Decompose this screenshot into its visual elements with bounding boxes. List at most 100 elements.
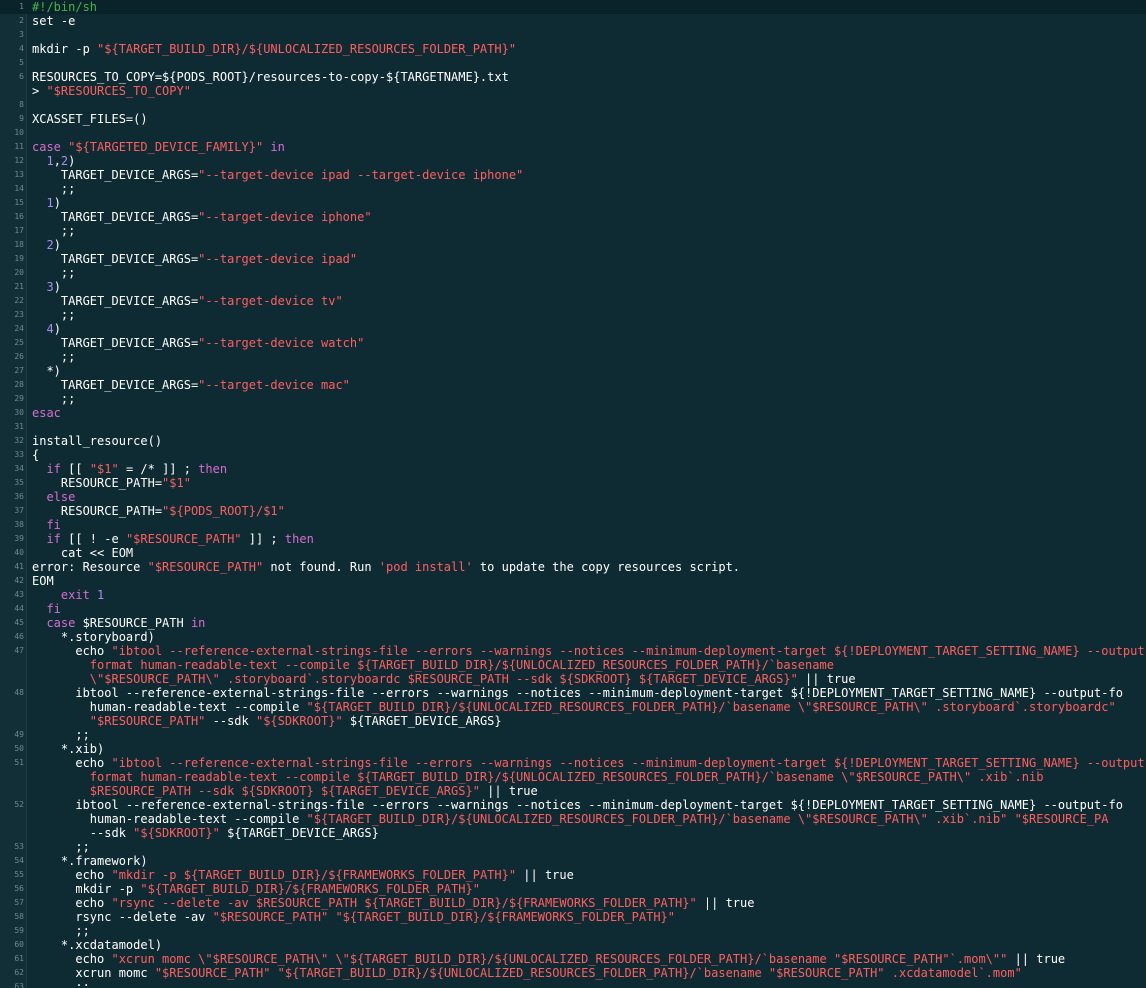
code-line[interactable]: 21 3): [0, 280, 1146, 294]
code-line[interactable]: 35 RESOURCE_PATH="$1": [0, 476, 1146, 490]
code-line[interactable]: 18 2): [0, 238, 1146, 252]
code-line[interactable]: 1 #!/bin/sh: [0, 0, 1146, 14]
code-line[interactable]: 20 ;;: [0, 266, 1146, 280]
code-line[interactable]: 2 set -e: [0, 14, 1146, 28]
code-token: if: [46, 462, 61, 476]
code-line[interactable]: 61 echo "xcrun momc \"$RESOURCE_PATH\" \…: [0, 952, 1146, 966]
code-line[interactable]: > "$RESOURCES_TO_COPY": [0, 84, 1146, 98]
code-line[interactable]: 32 install_resource(): [0, 434, 1146, 448]
code-line[interactable]: 59 ;;: [0, 924, 1146, 938]
line-number: [0, 672, 26, 686]
code-token: esac: [32, 406, 61, 420]
code-line[interactable]: 60 *.xcdatamodel): [0, 938, 1146, 952]
code-line[interactable]: 14 ;;: [0, 182, 1146, 196]
code-line[interactable]: 37 RESOURCE_PATH="${PODS_ROOT}/$1": [0, 504, 1146, 518]
code-line[interactable]: 40 cat << EOM: [0, 546, 1146, 560]
code-line[interactable]: 36 else: [0, 490, 1146, 504]
code-line[interactable]: human-readable-text --compile "${TARGET_…: [0, 700, 1146, 714]
code-line[interactable]: 28 TARGET_DEVICE_ARGS="--target-device m…: [0, 378, 1146, 392]
code-line[interactable]: 34 if [[ "$1" = /* ]] ; then: [0, 462, 1146, 476]
code-token: --sdk: [32, 826, 134, 840]
code-line[interactable]: 8: [0, 98, 1146, 112]
code-text: "$RESOURCE_PATH" --sdk "${SDKROOT}" ${TA…: [26, 714, 1146, 728]
code-line[interactable]: --sdk "${SDKROOT}" ${TARGET_DEVICE_ARGS}: [0, 826, 1146, 840]
line-number: 17: [14, 226, 24, 235]
code-line[interactable]: 30 esac: [0, 406, 1146, 420]
code-line[interactable]: 43 exit 1: [0, 588, 1146, 602]
code-line[interactable]: 27 *): [0, 364, 1146, 378]
code-line[interactable]: 6 RESOURCES_TO_COPY=${PODS_ROOT}/resource…: [0, 70, 1146, 84]
code-line[interactable]: 52 ibtool --reference-external-strings-f…: [0, 798, 1146, 812]
code-line[interactable]: 48 ibtool --reference-external-strings-f…: [0, 686, 1146, 700]
code-line[interactable]: format human-readable-text --compile ${T…: [0, 770, 1146, 784]
code-line[interactable]: 29 ;;: [0, 392, 1146, 406]
code-token: 2: [46, 238, 54, 252]
code-line[interactable]: 56 mkdir -p "${TARGET_BUILD_DIR}/${FRAME…: [0, 882, 1146, 896]
code-line[interactable]: 16 TARGET_DEVICE_ARGS="--target-device i…: [0, 210, 1146, 224]
line-number: 8: [19, 100, 24, 109]
code-line[interactable]: 13 TARGET_DEVICE_ARGS="--target-device i…: [0, 168, 1146, 182]
code-line[interactable]: format human-readable-text --compile ${T…: [0, 658, 1146, 672]
code-line[interactable]: 33 {: [0, 448, 1146, 462]
code-line[interactable]: human-readable-text --compile "${TARGET_…: [0, 812, 1146, 826]
line-number: 60: [14, 940, 24, 949]
code-token: *.framework): [32, 854, 148, 868]
code-line[interactable]: 23 ;;: [0, 308, 1146, 322]
code-token: "mkdir -p ${TARGET_BUILD_DIR}/${FRAMEWOR…: [111, 868, 517, 882]
code-line[interactable]: 49 ;;: [0, 728, 1146, 742]
code-line[interactable]: 5: [0, 56, 1146, 70]
code-editor[interactable]: 1 #!/bin/sh 2 set -e 3 4 mkdir -p "${TARGET_B…: [0, 0, 1146, 988]
code-line[interactable]: 53 ;;: [0, 840, 1146, 854]
code-token: TARGET_DEVICE_ARGS=: [32, 294, 199, 308]
code-text: human-readable-text --compile "${TARGET_…: [26, 700, 1146, 714]
code-line[interactable]: 22 TARGET_DEVICE_ARGS="--target-device t…: [0, 294, 1146, 308]
code-area[interactable]: 1 #!/bin/sh 2 set -e 3 4 mkdir -p "${TARGET_B…: [0, 0, 1146, 988]
code-line[interactable]: 42 EOM: [0, 574, 1146, 588]
code-line[interactable]: 39 if [[ ! -e "$RESOURCE_PATH" ]] ; then: [0, 532, 1146, 546]
code-line[interactable]: 50 *.xib): [0, 742, 1146, 756]
code-line[interactable]: 17 ;;: [0, 224, 1146, 238]
code-line[interactable]: 62 xcrun momc "$RESOURCE_PATH" "${TARGET…: [0, 966, 1146, 980]
code-line[interactable]: 41 error: Resource "$RESOURCE_PATH" not f…: [0, 560, 1146, 574]
code-line[interactable]: 38 fi: [0, 518, 1146, 532]
code-line[interactable]: 31: [0, 420, 1146, 434]
code-token: = /* ]] ;: [118, 462, 199, 476]
code-line[interactable]: $RESOURCE_PATH --sdk ${SDKROOT} ${TARGET…: [0, 784, 1146, 798]
code-line[interactable]: 51 echo "ibtool --reference-external-str…: [0, 756, 1146, 770]
code-line[interactable]: 57 echo "rsync --delete -av $RESOURCE_PA…: [0, 896, 1146, 910]
code-line[interactable]: 55 echo "mkdir -p ${TARGET_BUILD_DIR}/${…: [0, 868, 1146, 882]
code-line[interactable]: 58 rsync --delete -av "$RESOURCE_PATH" "…: [0, 910, 1146, 924]
code-line[interactable]: 45 case $RESOURCE_PATH in: [0, 616, 1146, 630]
code-line[interactable]: 19 TARGET_DEVICE_ARGS="--target-device i…: [0, 252, 1146, 266]
code-line[interactable]: 15 1): [0, 196, 1146, 210]
code-token: "${SDKROOT}": [255, 714, 343, 728]
code-line[interactable]: 11 case "${TARGETED_DEVICE_FAMILY}" in: [0, 140, 1146, 154]
line-number: 43: [14, 590, 24, 599]
code-line[interactable]: 44 fi: [0, 602, 1146, 616]
code-text: {: [26, 448, 1146, 462]
code-text: *.storyboard): [26, 630, 1146, 644]
code-line[interactable]: 54 *.framework): [0, 854, 1146, 868]
code-line[interactable]: 26 ;;: [0, 350, 1146, 364]
code-line[interactable]: 47 echo "ibtool --reference-external-str…: [0, 644, 1146, 658]
code-line[interactable]: 24 4): [0, 322, 1146, 336]
code-line[interactable]: 3: [0, 28, 1146, 42]
code-line[interactable]: "$RESOURCE_PATH" --sdk "${SDKROOT}" ${TA…: [0, 714, 1146, 728]
code-line[interactable]: 9 XCASSET_FILES=(): [0, 112, 1146, 126]
code-line[interactable]: 46 *.storyboard): [0, 630, 1146, 644]
code-line[interactable]: 63 ;;: [0, 980, 1146, 988]
code-line[interactable]: 10: [0, 126, 1146, 140]
code-line[interactable]: 12 1,2): [0, 154, 1146, 168]
code-line[interactable]: 25 TARGET_DEVICE_ARGS="--target-device w…: [0, 336, 1146, 350]
code-token: ibtool --reference-external-strings-file…: [32, 686, 1123, 700]
code-token: "$RESOURCE_PATH": [89, 714, 206, 728]
code-line[interactable]: \"$RESOURCE_PATH\" .storyboard`.storyboa…: [0, 672, 1146, 686]
code-line[interactable]: 4 mkdir -p "${TARGET_BUILD_DIR}/${UNLOCAL…: [0, 42, 1146, 56]
code-token: then: [284, 532, 314, 546]
